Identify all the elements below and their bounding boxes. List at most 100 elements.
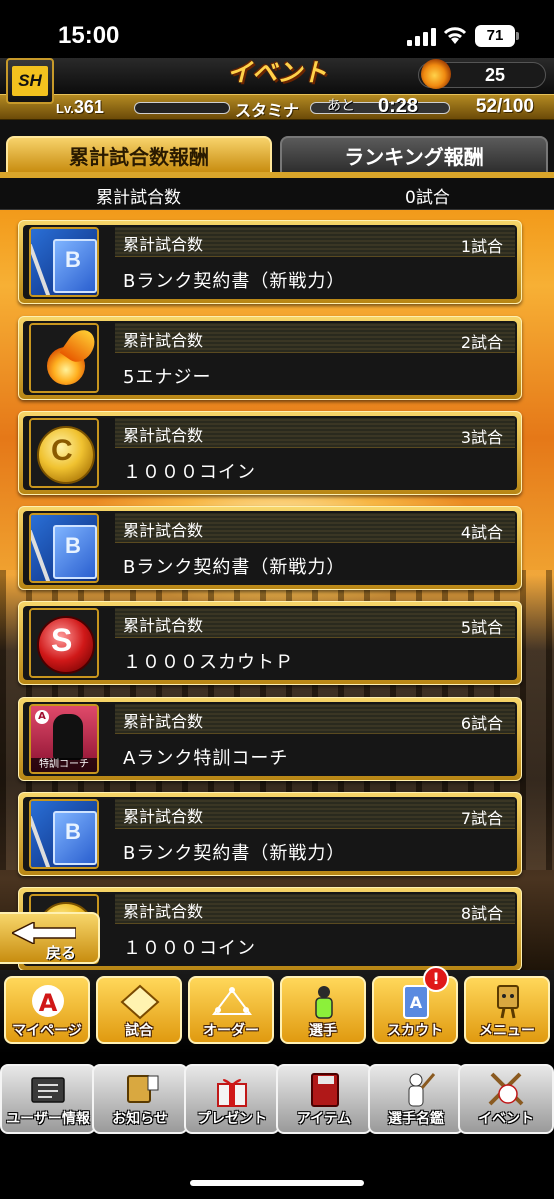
nav-news-button[interactable]: お知らせ [92, 1064, 188, 1134]
reward-header: 累計試合数 [123, 331, 204, 350]
bat-ball-icon [488, 1072, 524, 1106]
tab-cumulative-reward[interactable]: 累計試合数報酬 [6, 136, 272, 174]
reward-name: Bランク契約書（新戦力） [123, 557, 346, 578]
coin-icon [29, 418, 99, 488]
batter-icon [408, 1073, 436, 1107]
nav-label: アイテム [296, 1111, 352, 1127]
nav-label: スカウト [387, 1023, 443, 1039]
reward-count: 6試合 [460, 714, 503, 733]
nav-user-info-button[interactable]: ユーザー情報 [0, 1064, 96, 1134]
recovery-timer: 0:28 [378, 95, 419, 117]
nav-label: 選手 [309, 1023, 337, 1039]
nav-label: お知らせ [112, 1111, 168, 1127]
experience-bar [134, 102, 230, 114]
nav-label: プレゼント [197, 1111, 267, 1127]
tab-ranking-reward[interactable]: ランキング報酬 [280, 136, 548, 174]
nav-label: ユーザー情報 [6, 1111, 90, 1127]
list-item[interactable]: 累計試合数 5試合 １０００スカウトＰ [18, 601, 522, 685]
back-button[interactable]: 戻る [0, 912, 100, 964]
back-label: 戻る [46, 944, 77, 962]
team-logo[interactable]: SH [6, 58, 54, 104]
wifi-icon [443, 27, 467, 44]
gift-icon [217, 1079, 247, 1107]
nav-player-directory-button[interactable]: 選手名鑑 [368, 1064, 464, 1134]
list-item[interactable]: A 特訓コーチ 累計試合数 6試合 Aランク特訓コーチ [18, 697, 522, 781]
reward-name: Bランク契約書（新戦力） [123, 843, 346, 864]
list-item[interactable]: 累計試合数 4試合 Bランク契約書（新戦力） [18, 506, 522, 590]
home-indicator[interactable] [190, 1180, 364, 1186]
scout-point-icon [29, 608, 99, 678]
stamina-label: スタミナ [235, 101, 300, 120]
reward-header: 累計試合数 [123, 521, 204, 540]
reward-name: 5エナジー [123, 367, 212, 388]
list-item[interactable]: 累計試合数 7試合 Bランク契約書（新戦力） [18, 792, 522, 876]
level-display: Lv.361 [56, 97, 104, 117]
svg-text:A: A [39, 989, 58, 1017]
contract-book-icon [29, 799, 99, 869]
level-stamina-bar: Lv.361 スタミナ あと 0:28 52/100 [0, 94, 554, 120]
list-item[interactable]: 累計試合数 2試合 5エナジー [18, 316, 522, 400]
nav-mypage-button[interactable]: A マイページ [4, 976, 90, 1044]
count-label: 累計試合数 [96, 188, 181, 208]
mypage-a-icon: A [32, 985, 64, 1017]
reward-count: 3試合 [460, 428, 503, 447]
nav-menu-button[interactable]: メニュー [464, 976, 550, 1044]
list-item[interactable]: 累計試合数 3試合 １０００コイン [18, 411, 522, 495]
count-value: 0試合 [405, 188, 450, 208]
nav-item-button[interactable]: アイテム [276, 1064, 372, 1134]
svg-text:A: A [410, 993, 423, 1012]
menu-character-icon [497, 985, 519, 1019]
user-info-icon [31, 1077, 65, 1103]
reward-header: 累計試合数 [123, 616, 204, 635]
item-book-icon [311, 1073, 339, 1107]
contract-book-icon [29, 513, 99, 583]
reward-name: Bランク契約書（新戦力） [123, 271, 346, 292]
reward-count: 2試合 [460, 333, 503, 352]
nav-game-button[interactable]: 試合 [96, 976, 182, 1044]
reward-count: 8試合 [460, 904, 503, 923]
status-bar: 15:00 71 [0, 0, 554, 58]
back-arrow-icon [12, 922, 76, 944]
recovery-label: あと [327, 98, 355, 114]
reward-name: １０００コイン [123, 462, 256, 483]
energy-fire-icon [29, 323, 99, 393]
energy-value: 25 [484, 65, 505, 85]
nav-label: イベント [478, 1111, 534, 1127]
reward-count: 4試合 [460, 523, 503, 542]
energy-fire-icon [421, 59, 451, 89]
battery-indicator: 71 [475, 25, 519, 47]
contract-book-icon [29, 227, 99, 297]
nav-event-button[interactable]: イベント [458, 1064, 554, 1134]
diamond-order-icon [212, 987, 252, 1015]
field-icon [120, 984, 160, 1020]
reward-header: 累計試合数 [123, 426, 204, 445]
signal-icon [407, 28, 437, 46]
coach-card-icon: A 特訓コーチ [29, 704, 99, 774]
reward-header: 累計試合数 [123, 235, 204, 254]
reward-header: 累計試合数 [123, 712, 204, 731]
reward-header: 累計試合数 [123, 902, 204, 921]
list-item[interactable]: 累計試合数 1試合 Bランク契約書（新戦力） [18, 220, 522, 304]
nav-order-button[interactable]: オーダー [188, 976, 274, 1044]
nav-present-button[interactable]: プレゼント [184, 1064, 280, 1134]
nav-label: メニュー [479, 1023, 535, 1039]
stamina-value: 52/100 [475, 96, 534, 117]
reward-name: Aランク特訓コーチ [123, 748, 289, 769]
nav-label: 選手名鑑 [388, 1111, 444, 1127]
nav-player-button[interactable]: 選手 [280, 976, 366, 1044]
scout-notification-badge: ! [423, 966, 449, 992]
status-time: 15:00 [58, 22, 120, 49]
reward-header: 累計試合数 [123, 807, 204, 826]
energy-counter: 25 [418, 59, 546, 89]
nav-label: オーダー [203, 1023, 259, 1039]
cumulative-count-bar: 累計試合数 0試合 [0, 178, 554, 210]
nav-label: 試合 [125, 1023, 153, 1039]
reward-count: 1試合 [460, 237, 503, 256]
player-icon [315, 986, 333, 1019]
reward-name: １０００スカウトＰ [123, 652, 294, 673]
reward-count: 5試合 [460, 618, 503, 637]
nav-label: マイページ [12, 1023, 82, 1039]
reward-count: 7試合 [460, 809, 503, 828]
news-character-icon [127, 1075, 159, 1103]
reward-name: １０００コイン [123, 938, 256, 959]
